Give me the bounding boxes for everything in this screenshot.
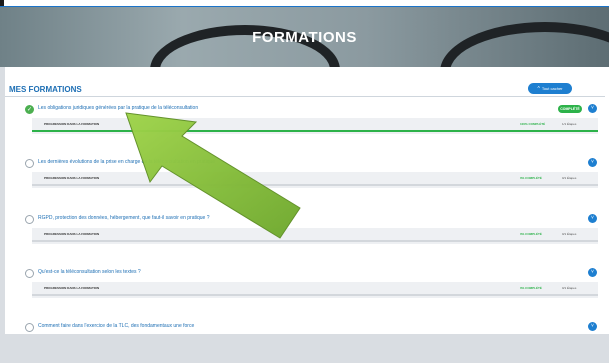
check-icon[interactable] [25,269,34,278]
formations-panel: MES FORMATIONS ^ Tout cacher ✓ Les obliga… [5,67,609,334]
top-bar-tick [0,0,4,6]
progress-bar [32,184,598,186]
header-banner: FORMATIONS [0,7,609,67]
progress-label: PROGRESSION DANS LA FORMATION [44,176,100,180]
progress-bar [32,240,598,242]
training-row-3: RGPD, protection des données, hébergemen… [5,212,605,255]
progress-label: PROGRESSION DANS LA FORMATION [44,286,100,290]
toggle-all-button[interactable]: ^ Tout cacher [528,83,572,94]
toggle-all-label: Tout cacher [541,86,563,91]
training-title[interactable]: Les dernières évolutions de la prise en … [38,159,215,165]
check-icon[interactable] [25,323,34,332]
training-title[interactable]: Qu'est-ce la téléconsultation selon les … [38,269,141,275]
progress-percent: 0% COMPLÉTÉ [520,232,542,236]
section-divider [5,96,605,97]
training-title[interactable]: Les obligations juridiques générées par … [38,105,198,111]
training-row-5: Comment faire dans l'exercice de la TLC,… [5,320,605,363]
status-badge: COMPLÉTÉ [558,105,582,113]
progress-percent: 0% COMPLÉTÉ [520,286,542,290]
progress-fill [32,130,598,132]
training-row-2: Les dernières évolutions de la prise en … [5,156,605,199]
progress-bar [32,130,598,132]
chevron-up-icon: ^ [537,86,540,92]
check-icon[interactable] [25,215,34,224]
chevron-down-icon[interactable]: ˅ [588,268,597,277]
chevron-down-icon[interactable]: ˅ [588,214,597,223]
training-row-4: Qu'est-ce la téléconsultation selon les … [5,266,605,309]
progress-steps: 0/1 Étapes [562,232,577,236]
progress-percent: 100% COMPLÉTÉ [520,122,546,126]
check-icon[interactable] [25,159,34,168]
chevron-down-icon[interactable]: ˅ [588,322,597,331]
page-title: FORMATIONS [252,29,357,46]
progress-box: PROGRESSION DANS LA FORMATION 0% COMPLÉT… [32,228,598,244]
progress-steps: 1/1 Étapes [562,122,577,126]
progress-steps: 0/1 Étapes [562,176,577,180]
chevron-down-icon[interactable]: ˅ [588,158,597,167]
check-icon: ✓ [25,105,34,114]
training-title[interactable]: Comment faire dans l'exercice de la TLC,… [38,323,194,329]
progress-box: PROGRESSION DANS LA FORMATION 100% COMPL… [32,118,598,134]
chevron-down-icon[interactable]: ˅ [588,104,597,113]
top-bar [0,0,609,7]
progress-bar [32,294,598,296]
progress-box: PROGRESSION DANS LA FORMATION 0% COMPLÉT… [32,282,598,298]
progress-steps: 0/1 Étapes [562,286,577,290]
progress-box: PROGRESSION DANS LA FORMATION 0% COMPLÉT… [32,172,598,188]
progress-percent: 0% COMPLÉTÉ [520,176,542,180]
progress-label: PROGRESSION DANS LA FORMATION [44,232,100,236]
training-row-1: ✓ Les obligations juridiques générées pa… [5,102,605,145]
section-title: MES FORMATIONS [9,85,82,94]
training-title[interactable]: RGPD, protection des données, hébergemen… [38,215,210,221]
progress-label: PROGRESSION DANS LA FORMATION [44,122,100,126]
